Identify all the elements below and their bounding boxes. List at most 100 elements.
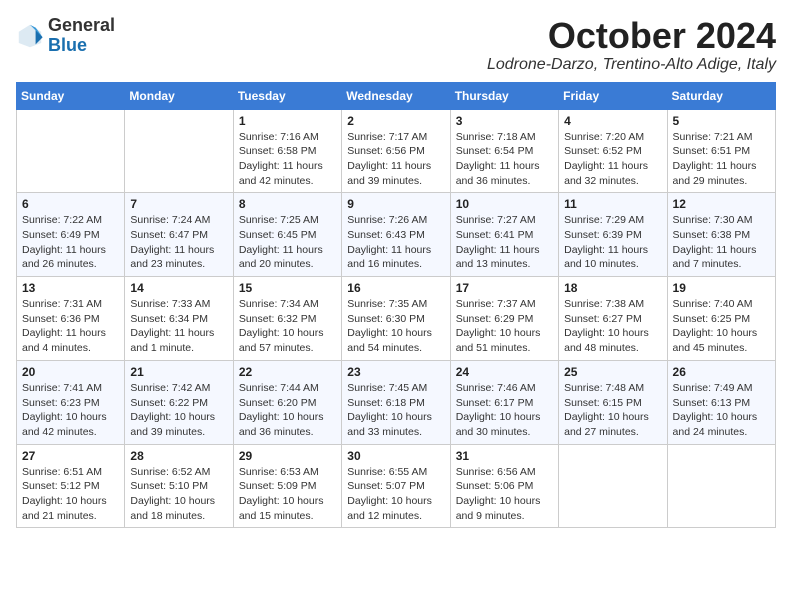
- day-info: Sunrise: 7:25 AM Sunset: 6:45 PM Dayligh…: [239, 213, 336, 272]
- calendar-cell: 31 Sunrise: 6:56 AM Sunset: 5:06 PM Dayli…: [450, 444, 558, 528]
- title-block: October 2024 Lodrone-Darzo, Trentino-Alt…: [487, 16, 776, 74]
- calendar-cell: 14Sunrise: 7:33 AM Sunset: 6:34 PM Dayli…: [125, 277, 233, 361]
- logo-general-text: General: [48, 15, 115, 35]
- day-info: Sunrise: 7:21 AM Sunset: 6:51 PM Dayligh…: [673, 130, 770, 189]
- calendar-cell: 17 Sunrise: 7:37 AM Sunset: 6:29 PM Dayli…: [450, 277, 558, 361]
- column-header-saturday: Saturday: [667, 82, 775, 109]
- day-number: 15: [239, 281, 336, 295]
- day-info: Sunrise: 7:27 AM Sunset: 6:41 PM Dayligh…: [456, 213, 553, 272]
- calendar-cell: 29Sunrise: 6:53 AM Sunset: 5:09 PM Dayli…: [233, 444, 341, 528]
- calendar-cell: 7 Sunrise: 7:24 AM Sunset: 6:47 PM Daylig…: [125, 193, 233, 277]
- day-number: 7: [130, 197, 227, 211]
- day-number: 2: [347, 114, 444, 128]
- location-subtitle: Lodrone-Darzo, Trentino-Alto Adige, Ital…: [487, 56, 776, 74]
- logo-icon: [16, 22, 44, 50]
- day-number: 27: [22, 449, 119, 463]
- calendar-week-row: 1Sunrise: 7:16 AM Sunset: 6:58 PM Daylig…: [17, 109, 776, 193]
- calendar-week-row: 20 Sunrise: 7:41 AM Sunset: 6:23 PM Dayli…: [17, 360, 776, 444]
- month-title: October 2024: [487, 16, 776, 56]
- calendar-cell: [667, 444, 775, 528]
- day-info: Sunrise: 7:44 AM Sunset: 6:20 PM Dayligh…: [239, 381, 336, 440]
- calendar-cell: 22 Sunrise: 7:44 AM Sunset: 6:20 PM Dayli…: [233, 360, 341, 444]
- calendar-week-row: 13 Sunrise: 7:31 AM Sunset: 6:36 PM Dayli…: [17, 277, 776, 361]
- calendar-cell: 6 Sunrise: 7:22 AM Sunset: 6:49 PM Daylig…: [17, 193, 125, 277]
- day-number: 12: [673, 197, 770, 211]
- calendar-cell: [17, 109, 125, 193]
- day-number: 10: [456, 197, 553, 211]
- day-info: Sunrise: 6:56 AM Sunset: 5:06 PM Dayligh…: [456, 465, 553, 524]
- day-number: 11: [564, 197, 661, 211]
- column-header-tuesday: Tuesday: [233, 82, 341, 109]
- calendar-cell: [559, 444, 667, 528]
- day-number: 22: [239, 365, 336, 379]
- day-info: Sunrise: 7:38 AM Sunset: 6:27 PM Dayligh…: [564, 297, 661, 356]
- day-number: 17: [456, 281, 553, 295]
- day-info: Sunrise: 6:52 AM Sunset: 5:10 PM Dayligh…: [130, 465, 227, 524]
- day-number: 21: [130, 365, 227, 379]
- day-info: Sunrise: 7:26 AM Sunset: 6:43 PM Dayligh…: [347, 213, 444, 272]
- calendar-cell: 15 Sunrise: 7:34 AM Sunset: 6:32 PM Dayli…: [233, 277, 341, 361]
- day-info: Sunrise: 6:53 AM Sunset: 5:09 PM Dayligh…: [239, 465, 336, 524]
- calendar-cell: 1Sunrise: 7:16 AM Sunset: 6:58 PM Daylig…: [233, 109, 341, 193]
- calendar-cell: 11 Sunrise: 7:29 AM Sunset: 6:39 PM Dayli…: [559, 193, 667, 277]
- day-info: Sunrise: 7:41 AM Sunset: 6:23 PM Dayligh…: [22, 381, 119, 440]
- calendar-cell: 5 Sunrise: 7:21 AM Sunset: 6:51 PM Daylig…: [667, 109, 775, 193]
- day-info: Sunrise: 7:34 AM Sunset: 6:32 PM Dayligh…: [239, 297, 336, 356]
- logo-blue-text: Blue: [48, 35, 87, 55]
- day-number: 31: [456, 449, 553, 463]
- day-info: Sunrise: 7:33 AM Sunset: 6:34 PM Dayligh…: [130, 297, 227, 356]
- day-number: 13: [22, 281, 119, 295]
- day-number: 4: [564, 114, 661, 128]
- logo: General Blue: [16, 16, 115, 56]
- day-info: Sunrise: 7:20 AM Sunset: 6:52 PM Dayligh…: [564, 130, 661, 189]
- calendar-cell: 20 Sunrise: 7:41 AM Sunset: 6:23 PM Dayli…: [17, 360, 125, 444]
- calendar-cell: 13 Sunrise: 7:31 AM Sunset: 6:36 PM Dayli…: [17, 277, 125, 361]
- calendar-cell: 12Sunrise: 7:30 AM Sunset: 6:38 PM Dayli…: [667, 193, 775, 277]
- day-number: 19: [673, 281, 770, 295]
- day-number: 20: [22, 365, 119, 379]
- day-info: Sunrise: 7:42 AM Sunset: 6:22 PM Dayligh…: [130, 381, 227, 440]
- column-header-wednesday: Wednesday: [342, 82, 450, 109]
- day-number: 25: [564, 365, 661, 379]
- day-info: Sunrise: 7:46 AM Sunset: 6:17 PM Dayligh…: [456, 381, 553, 440]
- day-info: Sunrise: 7:45 AM Sunset: 6:18 PM Dayligh…: [347, 381, 444, 440]
- day-info: Sunrise: 7:40 AM Sunset: 6:25 PM Dayligh…: [673, 297, 770, 356]
- column-header-thursday: Thursday: [450, 82, 558, 109]
- day-info: Sunrise: 6:51 AM Sunset: 5:12 PM Dayligh…: [22, 465, 119, 524]
- day-info: Sunrise: 7:17 AM Sunset: 6:56 PM Dayligh…: [347, 130, 444, 189]
- calendar-cell: 26Sunrise: 7:49 AM Sunset: 6:13 PM Dayli…: [667, 360, 775, 444]
- day-number: 26: [673, 365, 770, 379]
- calendar-cell: 25 Sunrise: 7:48 AM Sunset: 6:15 PM Dayli…: [559, 360, 667, 444]
- calendar-cell: 27 Sunrise: 6:51 AM Sunset: 5:12 PM Dayli…: [17, 444, 125, 528]
- day-number: 16: [347, 281, 444, 295]
- day-info: Sunrise: 7:37 AM Sunset: 6:29 PM Dayligh…: [456, 297, 553, 356]
- calendar-table: SundayMondayTuesdayWednesdayThursdayFrid…: [16, 82, 776, 529]
- calendar-cell: 30Sunrise: 6:55 AM Sunset: 5:07 PM Dayli…: [342, 444, 450, 528]
- calendar-week-row: 6 Sunrise: 7:22 AM Sunset: 6:49 PM Daylig…: [17, 193, 776, 277]
- day-info: Sunrise: 7:35 AM Sunset: 6:30 PM Dayligh…: [347, 297, 444, 356]
- day-info: Sunrise: 7:31 AM Sunset: 6:36 PM Dayligh…: [22, 297, 119, 356]
- day-number: 30: [347, 449, 444, 463]
- calendar-cell: 2 Sunrise: 7:17 AM Sunset: 6:56 PM Daylig…: [342, 109, 450, 193]
- day-number: 23: [347, 365, 444, 379]
- calendar-week-row: 27 Sunrise: 6:51 AM Sunset: 5:12 PM Dayli…: [17, 444, 776, 528]
- page-header: General Blue October 2024 Lodrone-Darzo,…: [16, 16, 776, 74]
- day-number: 5: [673, 114, 770, 128]
- calendar-cell: 16 Sunrise: 7:35 AM Sunset: 6:30 PM Dayli…: [342, 277, 450, 361]
- column-header-sunday: Sunday: [17, 82, 125, 109]
- calendar-header-row: SundayMondayTuesdayWednesdayThursdayFrid…: [17, 82, 776, 109]
- day-info: Sunrise: 7:48 AM Sunset: 6:15 PM Dayligh…: [564, 381, 661, 440]
- day-info: Sunrise: 7:24 AM Sunset: 6:47 PM Dayligh…: [130, 213, 227, 272]
- column-header-monday: Monday: [125, 82, 233, 109]
- day-number: 6: [22, 197, 119, 211]
- day-number: 8: [239, 197, 336, 211]
- day-info: Sunrise: 7:22 AM Sunset: 6:49 PM Dayligh…: [22, 213, 119, 272]
- calendar-cell: 19 Sunrise: 7:40 AM Sunset: 6:25 PM Dayli…: [667, 277, 775, 361]
- day-info: Sunrise: 7:18 AM Sunset: 6:54 PM Dayligh…: [456, 130, 553, 189]
- day-number: 3: [456, 114, 553, 128]
- day-info: Sunrise: 7:29 AM Sunset: 6:39 PM Dayligh…: [564, 213, 661, 272]
- calendar-cell: 18 Sunrise: 7:38 AM Sunset: 6:27 PM Dayli…: [559, 277, 667, 361]
- day-number: 18: [564, 281, 661, 295]
- calendar-cell: 10 Sunrise: 7:27 AM Sunset: 6:41 PM Dayli…: [450, 193, 558, 277]
- calendar-cell: 23 Sunrise: 7:45 AM Sunset: 6:18 PM Dayli…: [342, 360, 450, 444]
